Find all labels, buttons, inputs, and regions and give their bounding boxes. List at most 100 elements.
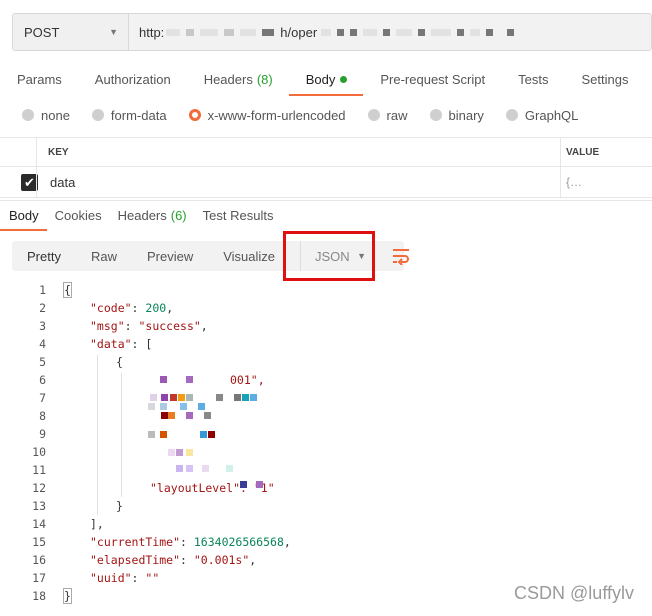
redacted-block <box>457 28 465 36</box>
json-bracket: ], <box>90 517 104 531</box>
tab-settings[interactable]: Settings <box>564 62 644 96</box>
line-number: 14 <box>32 517 46 531</box>
tab-authorization[interactable]: Authorization <box>78 62 187 96</box>
row-value-input[interactable]: {… <box>566 175 582 189</box>
redacted-block <box>363 28 378 36</box>
tab-label: Headers <box>203 71 253 87</box>
column-header-value: VALUE <box>566 146 600 158</box>
redacted-block <box>224 28 235 36</box>
tab-pre-request-script[interactable]: Pre-request Script <box>363 62 501 96</box>
json-bracket: } <box>116 499 123 513</box>
line-number: 12 <box>32 481 46 495</box>
view-preview-button[interactable]: Preview <box>132 241 208 271</box>
redacted-block <box>507 28 515 36</box>
code-line: 13 } <box>0 497 652 515</box>
button-label: Pretty <box>27 248 61 264</box>
view-raw-button[interactable]: Raw <box>76 241 132 271</box>
tab-cookies[interactable]: Cookies <box>47 201 110 231</box>
json-key: "msg" <box>90 319 125 333</box>
radio-label: GraphQL <box>524 107 579 123</box>
line-number: 11 <box>32 463 46 477</box>
code-text: } <box>64 589 71 603</box>
line-number: 1 <box>39 283 46 297</box>
chevron-down-icon: ▼ <box>109 27 118 37</box>
request-tabs: Params Authorization Headers (8) Body Pre… <box>0 62 652 96</box>
code-line: 15 "currentTime": 1634026566568, <box>0 533 652 551</box>
redacted-block <box>166 28 181 36</box>
code-line: 1 { <box>0 281 652 299</box>
button-label: Raw <box>90 248 117 264</box>
tab-body[interactable]: Body <box>288 64 364 96</box>
code-text: { <box>64 283 71 297</box>
tab-label: Body <box>9 208 39 223</box>
method-label: POST <box>24 24 60 40</box>
tab-response-body[interactable]: Body <box>0 203 47 231</box>
radio-label: none <box>41 107 70 123</box>
tab-label: Authorization <box>94 71 171 87</box>
method-select[interactable]: POST ▼ <box>13 14 129 50</box>
tab-params[interactable]: Params <box>0 62 78 96</box>
tab-label: Tests <box>518 71 549 87</box>
url-input[interactable]: http: h/oper <box>129 14 651 50</box>
json-key: "currentTime" <box>90 535 181 549</box>
wrap-lines-button[interactable] <box>385 241 417 271</box>
radio-circle-icon <box>22 109 34 121</box>
json-value: 200 <box>145 301 167 315</box>
code-line: 2 "code": 200, <box>0 299 652 317</box>
response-tabs: Body Cookies Headers (6) Test Results <box>0 200 652 231</box>
json-bracket: [ <box>145 337 153 351</box>
divider <box>36 138 37 166</box>
json-value: 001", <box>230 373 265 387</box>
json-value: "" <box>145 571 160 585</box>
view-pretty-button[interactable]: Pretty <box>12 241 76 271</box>
line-number: 2 <box>39 301 46 315</box>
view-visualize-button[interactable]: Visualize <box>208 241 290 271</box>
line-number: 9 <box>39 427 46 441</box>
headers-count-badge: (8) <box>256 71 273 87</box>
radio-selected-icon <box>188 109 201 121</box>
radio-graphql[interactable]: GraphQL <box>505 107 579 123</box>
redacted-block <box>321 28 332 36</box>
divider <box>560 138 561 166</box>
radio-raw[interactable]: raw <box>367 107 408 123</box>
tab-response-headers[interactable]: Headers (6) <box>110 201 195 231</box>
code-line: 7 <box>0 389 652 407</box>
response-headers-count-badge: (6) <box>170 208 187 223</box>
json-bracket: { <box>116 355 123 369</box>
json-key: "uuid" <box>90 571 132 585</box>
tab-headers[interactable]: Headers (8) <box>187 62 289 96</box>
params-table: KEY VALUE ✔ data {… <box>0 137 652 198</box>
radio-none[interactable]: none <box>22 108 70 123</box>
json-key: "code" <box>90 301 132 315</box>
json-value: 1634026566568 <box>193 535 284 549</box>
row-key-input[interactable]: data <box>50 175 75 190</box>
code-line: 11 <box>0 461 652 479</box>
code-line: 12 "layoutLevel": "1" <box>0 479 652 497</box>
annotation-highlight-box <box>283 231 375 281</box>
body-active-dot-icon <box>340 75 348 83</box>
line-number: 7 <box>39 391 46 405</box>
json-key: "data" <box>90 337 132 351</box>
code-line: 6 001", <box>0 371 652 389</box>
button-label: Visualize <box>223 248 276 264</box>
line-number: 17 <box>32 571 46 585</box>
button-label: Preview <box>146 248 194 264</box>
redacted-block <box>200 28 219 36</box>
radio-x-www-form-urlencoded[interactable]: x-www-form-urlencoded <box>188 107 346 123</box>
radio-binary[interactable]: binary <box>429 108 484 123</box>
url-visible-part: h/oper <box>280 24 318 40</box>
radio-label: x-www-form-urlencoded <box>207 107 346 123</box>
table-row: ✔ data {… <box>0 167 652 198</box>
tab-test-results[interactable]: Test Results <box>195 201 282 231</box>
tab-label: Settings <box>581 71 629 87</box>
radio-label: raw <box>386 107 408 123</box>
url-prefix: http: <box>139 24 165 40</box>
json-value: "0.001s" <box>193 553 250 567</box>
line-number: 18 <box>32 589 46 603</box>
request-url-bar: POST ▼ http: h/oper <box>12 13 652 51</box>
radio-form-data[interactable]: form-data <box>91 108 167 123</box>
code-line: 9 <box>0 425 652 443</box>
body-mode-radios: none form-data x-www-form-urlencoded raw… <box>0 102 578 128</box>
line-number: 16 <box>32 553 46 567</box>
tab-tests[interactable]: Tests <box>501 62 564 96</box>
